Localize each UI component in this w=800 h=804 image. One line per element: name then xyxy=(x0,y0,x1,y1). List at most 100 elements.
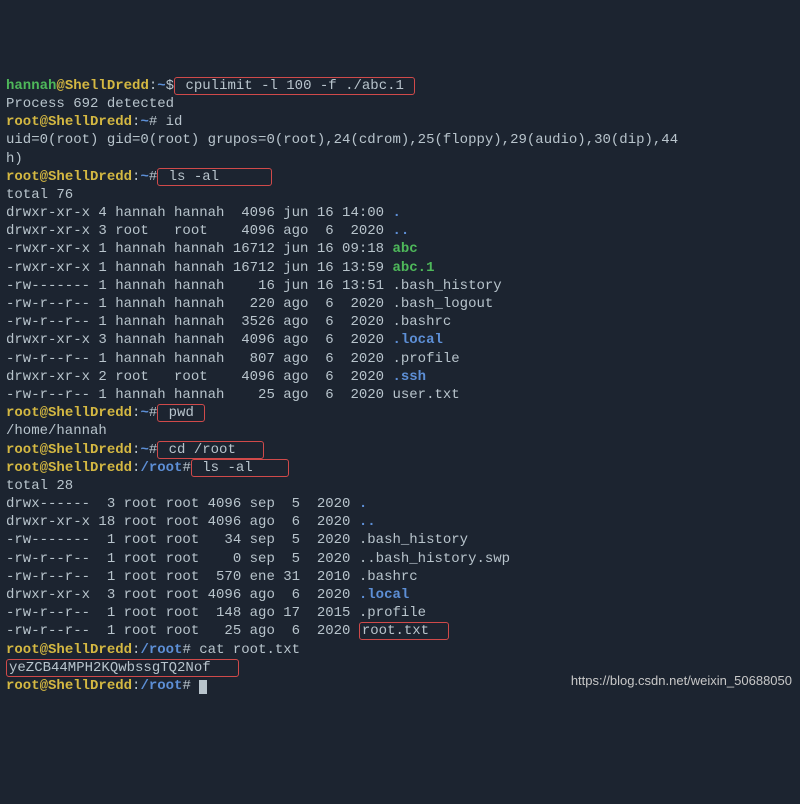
prompt-at: @ xyxy=(40,642,48,658)
file-name: abc xyxy=(392,241,417,257)
watermark: https://blog.csdn.net/weixin_50688050 xyxy=(571,673,792,690)
command: ls -al xyxy=(157,168,272,186)
file-name: .local xyxy=(392,332,442,348)
flag-output: yeZCB44MPH2KQwbssgTQ2Nof xyxy=(6,659,239,677)
file-name: . xyxy=(359,496,367,512)
prompt-at: @ xyxy=(40,405,48,421)
command-line: root@ShellDredd:~# ls -al xyxy=(6,168,794,186)
output-line: total 28 xyxy=(6,477,794,495)
ls-row: -rwxr-xr-x 1 hannah hannah 16712 jun 16 … xyxy=(6,259,794,277)
prompt-user: root xyxy=(6,642,40,658)
command: ls -al xyxy=(191,459,289,477)
ls-row: -rwxr-xr-x 1 hannah hannah 16712 jun 16 … xyxy=(6,240,794,258)
command xyxy=(191,678,199,694)
ls-row: drwxr-xr-x 3 hannah hannah 4096 ago 6 20… xyxy=(6,331,794,349)
prompt-path: ~ xyxy=(140,405,148,421)
prompt-symbol: # xyxy=(182,678,190,694)
file-name: .bash_history xyxy=(359,532,468,548)
ls-row: drwxr-xr-x 18 root root 4096 ago 6 2020 … xyxy=(6,513,794,531)
ls-row: drwxr-xr-x 2 root root 4096 ago 6 2020 .… xyxy=(6,368,794,386)
command-line: root@ShellDredd:/root# ls -al xyxy=(6,459,794,477)
prompt-host: ShellDredd xyxy=(48,169,132,185)
prompt-colon: : xyxy=(149,78,157,94)
prompt-path: ~ xyxy=(140,114,148,130)
file-name: ..bash_history.swp xyxy=(359,551,510,567)
ls-row: drwxr-xr-x 4 hannah hannah 4096 jun 16 1… xyxy=(6,204,794,222)
file-name: .. xyxy=(359,514,376,530)
prompt-at: @ xyxy=(40,114,48,130)
command-line: hannah@ShellDredd:~$ cpulimit -l 100 -f … xyxy=(6,77,794,95)
prompt-at: @ xyxy=(40,169,48,185)
command: id xyxy=(157,114,182,130)
file-name: .bash_logout xyxy=(392,296,493,312)
command: cd /root xyxy=(157,441,264,459)
file-name: . xyxy=(392,205,400,221)
file-name: .ssh xyxy=(392,369,426,385)
file-name: root.txt xyxy=(359,622,449,640)
ls-row: -rw-r--r-- 1 root root 148 ago 17 2015 .… xyxy=(6,604,794,622)
prompt-at: @ xyxy=(40,678,48,694)
ls-row: -rw------- 1 root root 34 sep 5 2020 .ba… xyxy=(6,531,794,549)
prompt-at: @ xyxy=(40,460,48,476)
ls-row: -rw-r--r-- 1 hannah hannah 25 ago 6 2020… xyxy=(6,386,794,404)
prompt-symbol: # xyxy=(182,460,190,476)
prompt-user: root xyxy=(6,114,40,130)
command: cat root.txt xyxy=(191,642,300,658)
prompt-user: root xyxy=(6,405,40,421)
prompt-path: /root xyxy=(140,460,182,476)
prompt-at: @ xyxy=(40,442,48,458)
command-line: root@ShellDredd:~# cd /root xyxy=(6,441,794,459)
prompt-user: root xyxy=(6,678,40,694)
prompt-at: @ xyxy=(56,78,64,94)
file-name: abc.1 xyxy=(392,260,434,276)
terminal-output[interactable]: hannah@ShellDredd:~$ cpulimit -l 100 -f … xyxy=(6,77,794,695)
output-line: Process 692 detected xyxy=(6,95,794,113)
prompt-host: ShellDredd xyxy=(48,678,132,694)
file-name: .bashrc xyxy=(392,314,451,330)
ls-row: drwxr-xr-x 3 root root 4096 ago 6 2020 .… xyxy=(6,586,794,604)
ls-row: -rw-r--r-- 1 root root 570 ene 31 2010 .… xyxy=(6,568,794,586)
file-name: .bashrc xyxy=(359,569,418,585)
prompt-path: ~ xyxy=(140,169,148,185)
prompt-host: ShellDredd xyxy=(48,460,132,476)
prompt-host: ShellDredd xyxy=(48,442,132,458)
command-line: root@ShellDredd:~# pwd xyxy=(6,404,794,422)
file-name: .profile xyxy=(359,605,426,621)
command-line: root@ShellDredd:/root# cat root.txt xyxy=(6,641,794,659)
output-line: /home/hannah xyxy=(6,422,794,440)
prompt-symbol: # xyxy=(149,442,157,458)
prompt-symbol: # xyxy=(149,114,157,130)
file-name: user.txt xyxy=(392,387,459,403)
command: pwd xyxy=(157,404,205,422)
prompt-path: ~ xyxy=(140,442,148,458)
prompt-host: ShellDredd xyxy=(65,78,149,94)
file-name: .bash_history xyxy=(392,278,501,294)
command-line: root@ShellDredd:~# id xyxy=(6,113,794,131)
ls-row: drwxr-xr-x 3 root root 4096 ago 6 2020 .… xyxy=(6,222,794,240)
ls-row: -rw-r--r-- 1 root root 25 ago 6 2020 roo… xyxy=(6,622,794,640)
ls-row: -rw-r--r-- 1 hannah hannah 807 ago 6 202… xyxy=(6,350,794,368)
cursor xyxy=(199,680,207,694)
prompt-host: ShellDredd xyxy=(48,114,132,130)
prompt-host: ShellDredd xyxy=(48,405,132,421)
prompt-path: /root xyxy=(140,678,182,694)
prompt-user: root xyxy=(6,442,40,458)
ls-row: -rw-r--r-- 1 hannah hannah 3526 ago 6 20… xyxy=(6,313,794,331)
prompt-symbol: # xyxy=(182,642,190,658)
prompt-symbol: $ xyxy=(166,78,174,94)
prompt-user: hannah xyxy=(6,78,56,94)
prompt-symbol: # xyxy=(149,405,157,421)
file-name: .. xyxy=(392,223,409,239)
file-name: .local xyxy=(359,587,409,603)
ls-row: -rw-r--r-- 1 root root 0 sep 5 2020 ..ba… xyxy=(6,550,794,568)
prompt-user: root xyxy=(6,169,40,185)
prompt-path: ~ xyxy=(157,78,165,94)
command: cpulimit -l 100 -f ./abc.1 xyxy=(174,77,415,95)
output-line: total 76 xyxy=(6,186,794,204)
ls-row: -rw-r--r-- 1 hannah hannah 220 ago 6 202… xyxy=(6,295,794,313)
prompt-path: /root xyxy=(140,642,182,658)
prompt-host: ShellDredd xyxy=(48,642,132,658)
ls-row: drwx------ 3 root root 4096 sep 5 2020 . xyxy=(6,495,794,513)
ls-row: -rw------- 1 hannah hannah 16 jun 16 13:… xyxy=(6,277,794,295)
file-name: .profile xyxy=(392,351,459,367)
